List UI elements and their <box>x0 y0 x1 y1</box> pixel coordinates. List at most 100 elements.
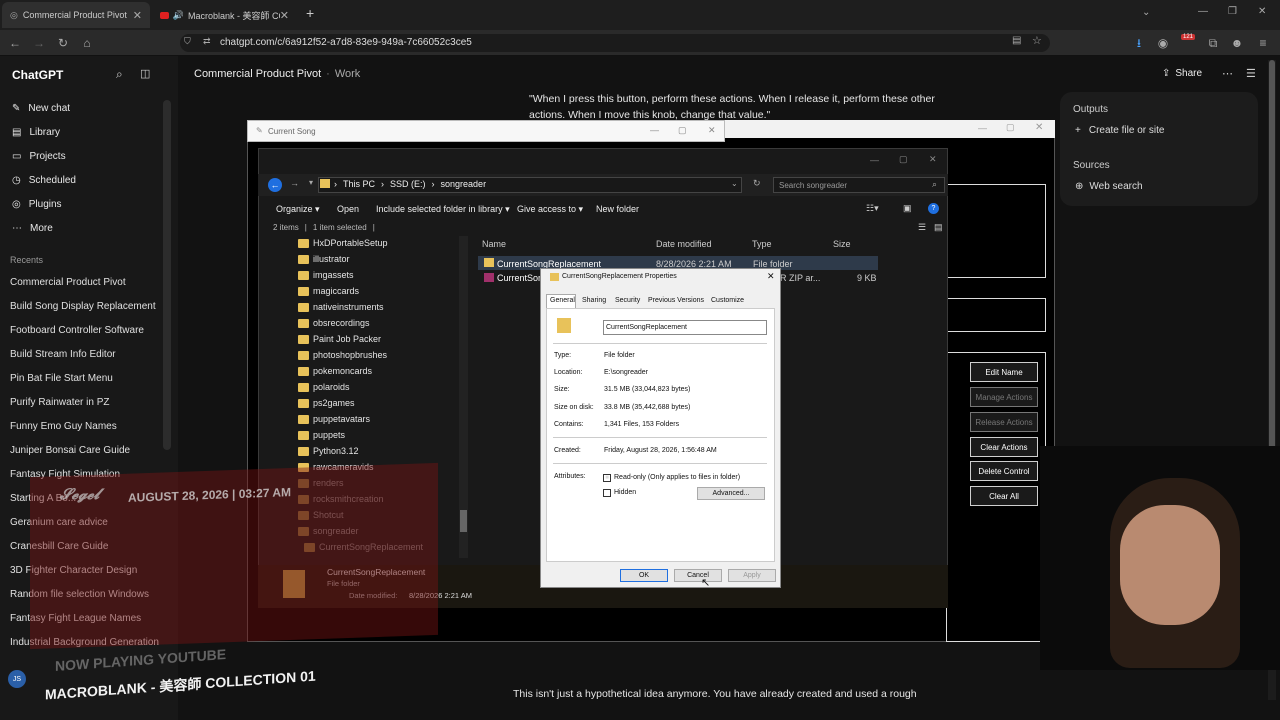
sidebar-item-scheduled[interactable]: ◷ Scheduled <box>12 175 76 186</box>
new-tab-button[interactable]: + <box>306 5 314 21</box>
recent-item[interactable]: Industrial Background Generation <box>10 637 159 648</box>
minimize-icon[interactable]: — <box>870 155 879 165</box>
new-folder-button[interactable]: New folder <box>596 204 639 214</box>
recent-item[interactable]: Purify Rainwater in PZ <box>10 397 109 408</box>
tree-item[interactable]: HxDPortableSetup <box>298 238 388 248</box>
chatgpt-brand[interactable]: ChatGPT <box>12 68 63 82</box>
tree-scrollbar-thumb[interactable] <box>460 510 467 532</box>
tab-list-chevron-icon[interactable]: ⌄ <box>1142 7 1150 18</box>
tab-sharing[interactable]: Sharing <box>582 297 606 304</box>
delete-control-button[interactable]: Delete Control <box>970 461 1038 481</box>
bookmark-star-icon[interactable]: ☆ <box>1032 34 1042 47</box>
extension-badge[interactable]: 121 <box>1181 34 1196 40</box>
large-icons-view-icon[interactable]: ▤ <box>934 222 943 233</box>
recent-locations-icon[interactable]: ▾ <box>309 178 313 187</box>
tree-item[interactable]: obsrecordings <box>298 318 370 328</box>
file-name[interactable]: CurrentSon <box>497 273 543 283</box>
recent-item[interactable]: Fantasy Fight Simulation <box>10 469 120 480</box>
minimize-icon[interactable]: — <box>1198 6 1208 17</box>
release-actions-button[interactable]: Release Actions <box>970 412 1038 432</box>
restore-icon[interactable]: ❐ <box>1228 6 1237 17</box>
recent-item[interactable]: Pin Bat File Start Menu <box>10 373 113 384</box>
column-type[interactable]: Type <box>752 239 772 249</box>
site-info-icon[interactable]: ⛉ <box>184 36 191 47</box>
close-tab-icon[interactable]: ✕ <box>133 9 142 22</box>
recent-item[interactable]: Starting A Bo... <box>10 493 76 504</box>
help-icon[interactable]: ? <box>928 203 939 214</box>
tree-item[interactable]: Shotcut <box>298 510 344 520</box>
tree-item[interactable]: ps2games <box>298 398 355 408</box>
view-options-icon[interactable]: ☷▾ <box>866 203 879 214</box>
breadcrumb-ssd[interactable]: SSD (E:) <box>390 179 426 189</box>
recent-item[interactable]: Cranesbill Care Guide <box>10 541 108 552</box>
minimize-icon[interactable]: — <box>978 123 987 133</box>
advanced-button[interactable]: Advanced... <box>697 487 765 500</box>
tree-item[interactable]: rocksmithcreation <box>298 494 384 504</box>
organize-menu[interactable]: Organize ▾ <box>276 204 320 215</box>
tree-item[interactable]: puppetavatars <box>298 414 370 424</box>
tab-general[interactable]: General <box>550 297 575 304</box>
edit-name-button[interactable]: Edit Name <box>970 362 1038 382</box>
share-button[interactable]: ⇪ Share <box>1162 68 1202 79</box>
close-icon[interactable]: ✕ <box>708 125 716 136</box>
forward-icon[interactable]: → <box>30 30 48 56</box>
tree-item[interactable]: magiccards <box>298 286 359 296</box>
recent-item[interactable]: Funny Emo Guy Names <box>10 421 117 432</box>
maximize-icon[interactable]: ▢ <box>678 125 687 136</box>
back-arrow-icon[interactable]: ← <box>268 178 282 192</box>
sidebar-scrollbar[interactable] <box>163 100 171 450</box>
account-icon[interactable]: ◉ <box>1154 30 1172 56</box>
clear-actions-button[interactable]: Clear Actions <box>970 437 1038 457</box>
reader-view-icon[interactable]: ▤ <box>1012 35 1021 46</box>
tab-commercial-product-pivot[interactable]: ◎ Commercial Product Pivot ✕ <box>2 2 150 28</box>
tree-item[interactable]: nativeinstruments <box>298 302 384 312</box>
recent-item[interactable]: Commercial Product Pivot <box>10 277 126 288</box>
search-icon[interactable]: ⌕ <box>932 179 937 190</box>
close-tab-icon[interactable]: ✕ <box>280 9 289 22</box>
clear-all-button[interactable]: Clear All <box>970 486 1038 506</box>
sidebar-item-plugins[interactable]: ◎ Plugins <box>12 199 62 210</box>
tree-item[interactable]: puppets <box>298 430 345 440</box>
apply-button[interactable]: Apply <box>728 569 776 582</box>
create-file-button[interactable]: + Create file or site <box>1075 125 1164 136</box>
sidebar-item-more[interactable]: ⋯ More <box>12 223 53 234</box>
url-bar[interactable]: chatgpt.com/c/6a912f52-a7d8-83e9-949a-7c… <box>180 34 1050 52</box>
reload-icon[interactable]: ↻ <box>54 30 72 56</box>
cancel-button[interactable]: Cancel <box>674 569 722 582</box>
search-icon[interactable]: ⌕ <box>116 67 123 82</box>
include-library-menu[interactable]: Include selected folder in library ▾ <box>376 204 510 215</box>
menu-icon[interactable]: ≡ <box>1254 30 1272 56</box>
current-song-titlebar[interactable]: ✎ Current Song — ▢ ✕ <box>247 120 725 142</box>
tab-customize[interactable]: Customize <box>711 297 744 304</box>
tree-item[interactable]: Paint Job Packer <box>298 334 381 344</box>
readonly-label[interactable]: Read-only (Only applies to files in fold… <box>614 474 740 481</box>
tree-item[interactable]: renders <box>298 478 344 488</box>
permissions-icon[interactable]: ⇄ <box>203 36 211 47</box>
ok-button[interactable]: OK <box>620 569 668 582</box>
minimize-icon[interactable]: — <box>650 125 659 135</box>
sidebar-item-new-chat[interactable]: ✎ New chat <box>12 103 70 114</box>
sidebar-item-library[interactable]: ▤ Library <box>12 127 60 138</box>
recent-item[interactable]: Random file selection Windows <box>10 589 149 600</box>
recent-item[interactable]: Build Stream Info Editor <box>10 349 116 360</box>
home-icon[interactable]: ⌂ <box>78 30 96 56</box>
tab-security[interactable]: Security <box>615 297 640 304</box>
folder-name-input[interactable]: CurrentSongReplacement <box>603 320 767 335</box>
tree-item[interactable]: polaroids <box>298 382 350 392</box>
sidebar-toggle-icon[interactable]: ◫ <box>140 67 150 80</box>
column-size[interactable]: Size <box>833 239 851 249</box>
back-icon[interactable]: ← <box>6 30 24 56</box>
tab-macroblank[interactable]: 🔊 Macroblank - 美容師 COLL ✕ <box>152 2 297 28</box>
tree-item[interactable]: imgassets <box>298 270 354 280</box>
tree-item[interactable]: illustrator <box>298 254 350 264</box>
recent-item[interactable]: Build Song Display Replacement <box>10 301 156 312</box>
readonly-checkbox[interactable]: ■ <box>603 474 611 482</box>
column-name[interactable]: Name <box>482 239 506 249</box>
recent-item[interactable]: Geranium care advice <box>10 517 108 528</box>
close-window-icon[interactable]: ✕ <box>1258 6 1266 17</box>
project-name[interactable]: Work <box>335 68 360 80</box>
profile-icon[interactable]: ☻ <box>1228 30 1246 56</box>
tree-item[interactable]: Python3.12 <box>298 446 359 456</box>
close-icon[interactable]: ✕ <box>929 154 937 165</box>
details-view-icon[interactable]: ☰ <box>918 222 926 233</box>
